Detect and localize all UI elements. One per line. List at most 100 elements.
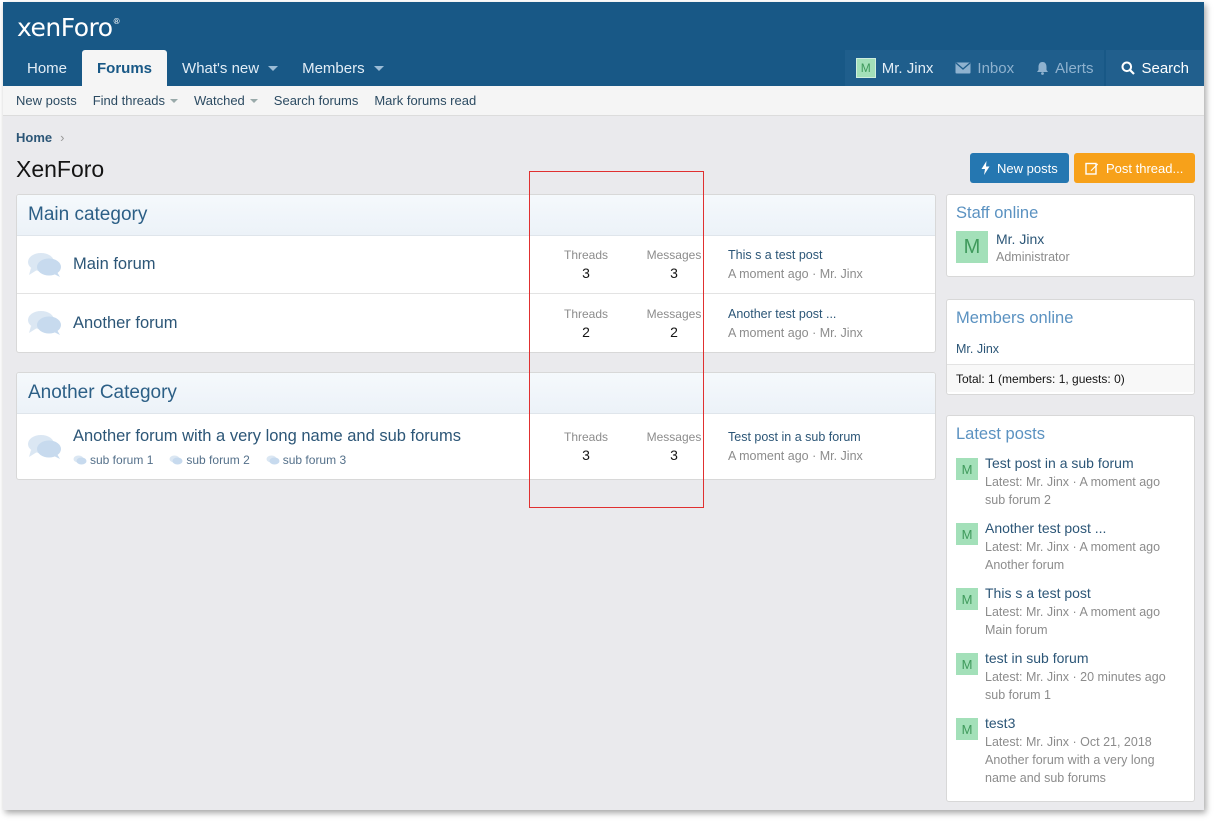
chevron-right-icon: › xyxy=(60,130,65,145)
category-block: Another Category Another forum with a ve… xyxy=(16,372,936,480)
stat-value: 2 xyxy=(582,323,590,340)
subforum-link[interactable]: sub forum 3 xyxy=(266,453,346,467)
bolt-icon xyxy=(981,161,990,175)
site-header: xenForo® Home Forums What's new Members … xyxy=(3,2,1204,86)
latest-post-title[interactable]: Test post in a sub forum xyxy=(985,455,1160,471)
subnav-watched[interactable]: Watched xyxy=(194,93,258,108)
subnav-label: Search forums xyxy=(273,93,359,108)
subnav-new-posts[interactable]: New posts xyxy=(16,93,77,108)
post-thread-button[interactable]: Post thread... xyxy=(1074,153,1195,183)
forum-row: Another forum Threads 2 Messages 2 Another… xyxy=(17,294,935,352)
latest-post-title[interactable]: This s a test post xyxy=(985,585,1160,601)
logo-text: xenForo xyxy=(17,13,113,42)
latest-post-forum[interactable]: Another forum with a very long name and … xyxy=(985,751,1175,787)
latest-post-forum[interactable]: sub forum 2 xyxy=(985,491,1160,509)
stat-value: 2 xyxy=(670,323,678,340)
breadcrumb: Home › xyxy=(16,130,64,145)
last-post-meta: A moment ago · Mr. Jinx xyxy=(728,449,863,463)
forum-title[interactable]: Another forum xyxy=(73,314,542,333)
search-button[interactable]: Search xyxy=(1106,50,1204,86)
widget-title[interactable]: Staff online xyxy=(947,195,1194,223)
chevron-down-icon[interactable] xyxy=(373,65,384,71)
latest-post-item: M Another test post ... Latest: Mr. Jinx … xyxy=(947,520,1194,574)
latest-post-meta: Latest: Mr. Jinx · A moment ago xyxy=(985,475,1161,489)
account-menu[interactable]: M Mr. Jinx xyxy=(845,50,945,86)
avatar[interactable]: M xyxy=(956,231,988,263)
subforum-label: sub forum 3 xyxy=(282,452,347,467)
subnav-find-threads[interactable]: Find threads xyxy=(93,93,178,108)
online-total: Total: 1 (members: 1, guests: 0) xyxy=(947,364,1194,392)
latest-post-meta: Latest: Mr. Jinx · 20 minutes ago xyxy=(985,670,1166,684)
subnav-search-forums[interactable]: Search forums xyxy=(274,93,359,108)
messages-stat: Messages 3 xyxy=(630,248,718,281)
latest-post-meta: Latest: Mr. Jinx · Oct 21, 2018 xyxy=(985,735,1152,749)
page-title: XenForo xyxy=(16,156,105,182)
nav-tab-home[interactable]: Home xyxy=(15,50,79,86)
members-online-widget: Members online Mr. Jinx Total: 1 (member… xyxy=(946,299,1195,395)
nav-tab-whats-new[interactable]: What's new xyxy=(170,50,290,86)
inbox-link[interactable]: Inbox xyxy=(944,50,1025,86)
latest-post-title[interactable]: Another test post ... xyxy=(985,520,1160,536)
stat-value: 3 xyxy=(582,447,590,463)
last-post-title[interactable]: This s a test post xyxy=(728,248,863,262)
alerts-link[interactable]: Alerts xyxy=(1025,50,1104,86)
staff-member: M Mr. Jinx Administrator xyxy=(947,223,1194,272)
staff-name[interactable]: Mr. Jinx xyxy=(996,231,1070,247)
avatar[interactable]: M xyxy=(956,458,978,480)
nav-tab-label: Members xyxy=(302,59,365,77)
speech-bubbles-icon xyxy=(17,434,73,460)
account-group: M Mr. Jinx Inbox Alerts xyxy=(844,50,1105,86)
last-post-meta: A moment ago · Mr. Jinx xyxy=(728,325,863,340)
nav-tab-forums[interactable]: Forums xyxy=(82,50,168,86)
avatar[interactable]: M xyxy=(956,523,978,545)
latest-post-title[interactable]: test in sub forum xyxy=(985,650,1166,666)
breadcrumb-home[interactable]: Home xyxy=(16,130,52,145)
stat-value: 3 xyxy=(582,265,590,281)
speech-bubbles-icon xyxy=(169,455,183,464)
new-posts-label: New posts xyxy=(997,160,1058,176)
chevron-down-icon xyxy=(249,98,258,103)
subforum-label: sub forum 2 xyxy=(186,452,250,467)
site-logo[interactable]: xenForo® xyxy=(17,13,121,42)
latest-post-forum[interactable]: sub forum 1 xyxy=(985,686,1166,704)
latest-post-title[interactable]: test3 xyxy=(985,715,1175,731)
category-block: Main category Main forum Threads 3 Messag… xyxy=(16,194,936,353)
subnav-label: Find threads xyxy=(92,93,165,108)
forum-title[interactable]: Another forum with a very long name and … xyxy=(73,427,542,446)
user-nav: M Mr. Jinx Inbox Alerts Search xyxy=(844,50,1204,86)
chevron-down-icon[interactable] xyxy=(268,65,279,71)
forum-title[interactable]: Main forum xyxy=(73,255,542,274)
messages-stat: Messages 2 xyxy=(630,307,718,340)
last-post-meta: A moment ago · Mr. Jinx xyxy=(728,267,863,281)
threads-stat: Threads 3 xyxy=(542,430,630,463)
nav-tab-members[interactable]: Members xyxy=(290,50,396,86)
avatar[interactable]: M xyxy=(956,588,978,610)
last-post-title[interactable]: Test post in a sub forum xyxy=(728,430,863,444)
subforum-link[interactable]: sub forum 1 xyxy=(73,453,153,467)
avatar[interactable]: M xyxy=(956,653,978,675)
latest-post-item: M test in sub forum Latest: Mr. Jinx · 20… xyxy=(947,650,1194,704)
online-member[interactable]: Mr. Jinx xyxy=(947,328,1194,364)
subnav-mark-read[interactable]: Mark forums read xyxy=(374,93,476,108)
new-posts-button[interactable]: New posts xyxy=(970,153,1069,183)
category-title[interactable]: Another Category xyxy=(17,373,935,414)
latest-post-forum[interactable]: Another forum xyxy=(985,556,1160,574)
last-post: Test post in a sub forum A moment ago · M… xyxy=(728,430,863,463)
nav-tab-label: Home xyxy=(27,59,68,77)
forum-row: Main forum Threads 3 Messages 3 This s a t… xyxy=(17,236,935,294)
widget-title[interactable]: Latest posts xyxy=(947,416,1194,444)
avatar: M xyxy=(855,58,876,78)
subforum-list: sub forum 1 sub forum 2 sub forum 3 xyxy=(73,453,542,467)
search-icon xyxy=(1121,61,1136,75)
latest-post-forum[interactable]: Main forum xyxy=(985,621,1160,639)
last-post-title[interactable]: Another test post ... xyxy=(728,307,863,321)
widget-title[interactable]: Members online xyxy=(947,300,1194,328)
messages-stat: Messages 3 xyxy=(630,430,718,463)
avatar[interactable]: M xyxy=(956,718,978,740)
category-title[interactable]: Main category xyxy=(17,195,935,236)
bell-icon xyxy=(1037,62,1049,75)
last-post: This s a test post A moment ago · Mr. Jin… xyxy=(728,248,863,281)
stat-label: Threads xyxy=(563,306,609,321)
latest-post-meta: Latest: Mr. Jinx · A moment ago xyxy=(985,540,1161,554)
subforum-link[interactable]: sub forum 2 xyxy=(169,452,250,467)
